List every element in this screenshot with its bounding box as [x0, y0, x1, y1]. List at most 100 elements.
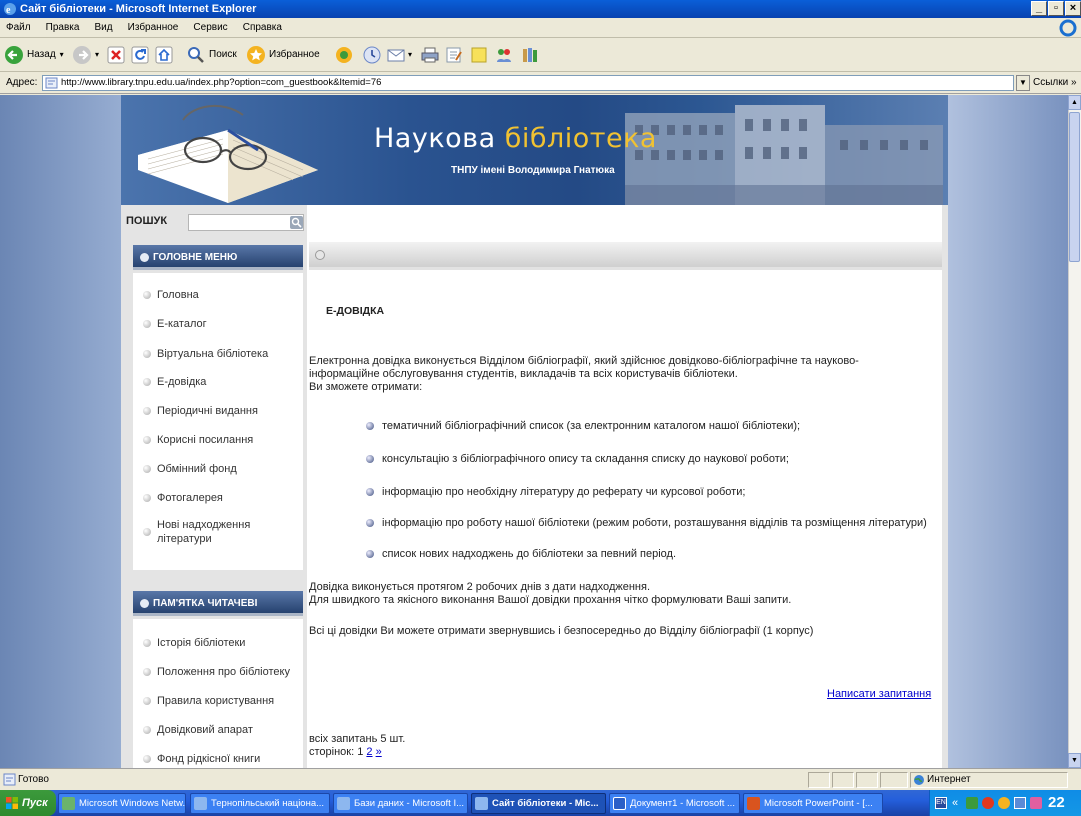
- address-url: http://www.library.tnpu.edu.ua/index.php…: [61, 77, 382, 88]
- discuss-button[interactable]: [469, 44, 489, 66]
- address-input[interactable]: http://www.library.tnpu.edu.ua/index.php…: [42, 75, 1014, 91]
- links-button[interactable]: Ссылки »: [1033, 72, 1077, 94]
- site-brand-subtitle: ТНПУ імені Володимира Гнатюка: [451, 165, 615, 176]
- ask-question-link[interactable]: Написати запитання: [827, 688, 931, 700]
- tray-app-icon[interactable]: [1030, 797, 1042, 809]
- scroll-thumb[interactable]: [1069, 112, 1080, 262]
- network-tray-icon[interactable]: [966, 797, 978, 809]
- restore-button[interactable]: ▫: [1048, 1, 1064, 16]
- print-icon: [421, 47, 439, 63]
- input-tray-icon[interactable]: [1014, 797, 1026, 809]
- page-2-link[interactable]: 2: [366, 746, 372, 758]
- status-cell: [832, 772, 854, 788]
- next-page-link[interactable]: »: [376, 746, 382, 758]
- taskbar-item[interactable]: Тернопільський націона...: [190, 793, 330, 814]
- service-text: інформацію про необхідну літературу до р…: [382, 486, 746, 498]
- menu-item-label: Положення про бібліотеку: [157, 666, 290, 678]
- history-button[interactable]: [362, 44, 382, 66]
- taskbar-item[interactable]: Microsoft PowerPoint - [...: [743, 793, 883, 814]
- clock[interactable]: 22: [1048, 790, 1065, 816]
- main-menu-item-useful-links[interactable]: Корисні посилання: [143, 433, 301, 447]
- menu-view[interactable]: Вид: [89, 18, 119, 38]
- media-icon: [336, 47, 352, 63]
- zone-label: Интернет: [927, 774, 971, 785]
- tray-expand-icon[interactable]: «: [952, 790, 958, 816]
- menu-favorites[interactable]: Избранное: [122, 18, 185, 38]
- menu-item-label: Довідковий апарат: [157, 724, 253, 736]
- main-menu-item-virtual-library[interactable]: Віртуальна бібліотека: [143, 347, 301, 361]
- messenger-button[interactable]: [494, 44, 514, 66]
- refresh-button[interactable]: [131, 44, 149, 66]
- browser-toolbar: Назад ▾ ▾ Поиск Избранное ▾: [0, 38, 1081, 72]
- taskbar-item-active[interactable]: Сайт бібліотеки - Mic...: [471, 793, 606, 814]
- main-menu-item-ereference[interactable]: Е-довідка: [143, 375, 301, 389]
- menu-help[interactable]: Справка: [237, 18, 288, 38]
- reader-menu-item-rules[interactable]: Правила користування: [143, 694, 301, 708]
- links-label: Ссылки: [1033, 77, 1069, 88]
- mail-dropdown-icon[interactable]: ▾: [408, 44, 412, 66]
- menu-item-label: Обмінний фонд: [157, 463, 237, 475]
- pagination: сторінок: 1 2 »: [309, 746, 929, 759]
- reader-menu-item-reference-apparatus[interactable]: Довідковий апарат: [143, 723, 301, 737]
- close-button[interactable]: ×: [1065, 1, 1081, 16]
- back-label: Назад: [27, 49, 56, 60]
- site-brand-title[interactable]: Наукова бібліотека: [374, 123, 657, 154]
- site-container: Наукова бібліотека ТНПУ імені Володимира…: [121, 95, 948, 768]
- messenger-icon: [497, 49, 511, 62]
- reader-menu-item-regulations[interactable]: Положення про бібліотеку: [143, 665, 301, 679]
- main-menu-item-home[interactable]: Головна: [143, 288, 301, 302]
- site-search-button[interactable]: [290, 216, 303, 229]
- main-menu-item-periodicals[interactable]: Періодичні видання: [143, 404, 301, 418]
- main-menu-item-exchange-fund[interactable]: Обмінний фонд: [143, 462, 301, 476]
- home-button[interactable]: [155, 44, 173, 66]
- menu-item-label: Е-каталог: [157, 318, 207, 330]
- favorites-button[interactable]: Избранное: [246, 44, 320, 66]
- main-menu-header: ГОЛОВНЕ МЕНЮ: [133, 245, 303, 270]
- address-dropdown-button[interactable]: ▼: [1016, 75, 1030, 91]
- menu-item-label: Головна: [157, 289, 199, 301]
- taskbar-item[interactable]: Microsoft Windows Netw...: [58, 793, 186, 814]
- service-list-item: інформацію про роботу нашої бібліотеки (…: [366, 517, 927, 529]
- antivirus-tray-icon[interactable]: [982, 797, 994, 809]
- reader-menu-item-rare-books[interactable]: Фонд рідкісної книги: [143, 752, 301, 766]
- back-button[interactable]: Назад ▾: [4, 44, 64, 66]
- site-search-input[interactable]: [188, 214, 304, 231]
- language-icon[interactable]: EN: [935, 797, 947, 809]
- refresh-icon: [131, 46, 149, 64]
- media-button[interactable]: [334, 44, 354, 66]
- taskbar-item[interactable]: Документ1 - Microsoft ...: [609, 793, 740, 814]
- menu-tools[interactable]: Сервис: [187, 18, 233, 38]
- back-dropdown-icon[interactable]: ▾: [60, 44, 64, 66]
- reader-menu-item-history[interactable]: Історія бібліотеки: [143, 636, 301, 650]
- print-button[interactable]: [420, 44, 440, 66]
- main-menu-item-new-arrivals[interactable]: Нові надходження літератури: [143, 518, 263, 546]
- menu-edit[interactable]: Правка: [40, 18, 86, 38]
- forward-dropdown-icon[interactable]: ▾: [95, 44, 99, 66]
- minimize-button[interactable]: _: [1031, 1, 1047, 16]
- service-text: список нових надходжень до бібліотеки за…: [382, 548, 677, 560]
- mail-button[interactable]: ▾: [386, 44, 412, 66]
- bullet-icon: [143, 436, 151, 444]
- window-title-bar[interactable]: e Сайт бібліотеки - Microsoft Internet E…: [0, 0, 1081, 18]
- menu-file[interactable]: Файл: [0, 18, 37, 38]
- main-menu-item-ecatalog[interactable]: Е-каталог: [143, 317, 301, 331]
- bullet-icon: [143, 320, 151, 328]
- address-bar: Адрес: http://www.library.tnpu.edu.ua/in…: [0, 72, 1081, 94]
- service-text: тематичний бібліографічний список (за ел…: [382, 420, 801, 432]
- scroll-up-button[interactable]: ▲: [1068, 95, 1081, 110]
- start-button[interactable]: Пуск: [0, 790, 56, 816]
- request-advice-note: Для швидкого та якісного виконання Вашої…: [309, 594, 792, 606]
- main-menu-item-photo-gallery[interactable]: Фотогалерея: [143, 491, 301, 505]
- bullet-icon: [143, 407, 151, 415]
- forward-button[interactable]: ▾: [72, 44, 99, 66]
- stop-button[interactable]: [107, 44, 125, 66]
- bullet-icon: [143, 755, 151, 763]
- address-label: Адрес:: [6, 77, 38, 88]
- edit-button[interactable]: [444, 44, 464, 66]
- bullet-icon: [366, 519, 374, 527]
- tray-app-icon[interactable]: [998, 797, 1010, 809]
- research-button[interactable]: [520, 44, 540, 66]
- search-button[interactable]: Поиск: [186, 44, 237, 66]
- taskbar-item[interactable]: Бази даних - Microsoft I...: [333, 793, 468, 814]
- scroll-down-button[interactable]: ▼: [1068, 753, 1081, 768]
